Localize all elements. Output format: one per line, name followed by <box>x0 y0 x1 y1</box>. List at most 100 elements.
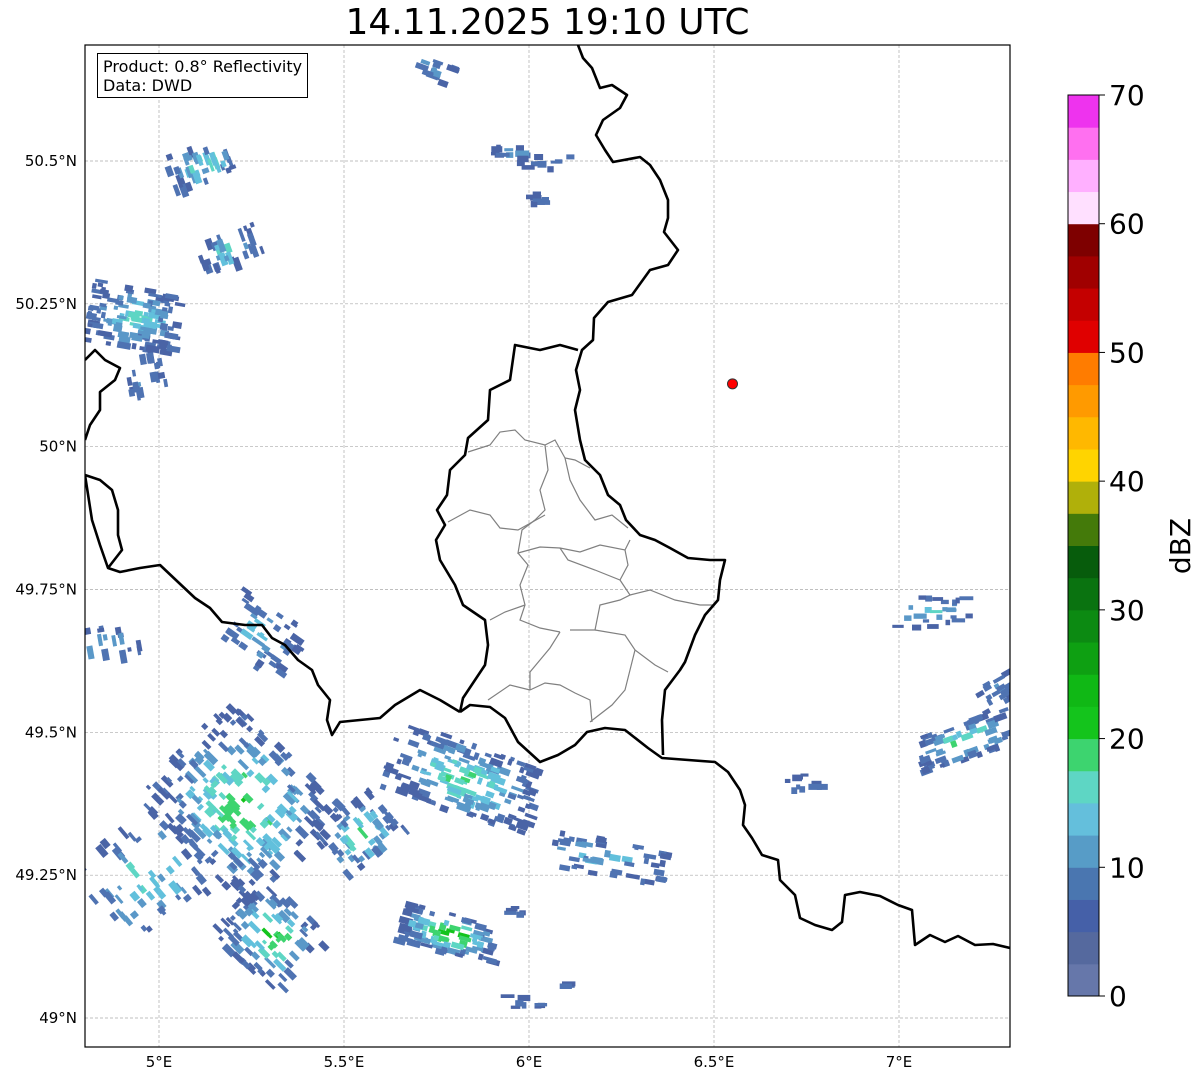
echo-cell <box>259 245 265 255</box>
colorbar-segment <box>1068 545 1099 579</box>
colorbar-segment <box>1068 513 1099 546</box>
echo-cell <box>495 152 510 157</box>
colorbar-tick-label: 60 <box>1109 208 1145 241</box>
echo-cell <box>176 775 184 783</box>
echo-cell <box>892 624 904 628</box>
echo-cell <box>113 305 119 311</box>
echo-cell <box>261 784 271 794</box>
y-tick-label: 50.25°N <box>15 295 77 313</box>
echo-cell <box>363 788 375 801</box>
echo-cell <box>379 783 387 791</box>
echo-cell <box>547 166 554 173</box>
echo-cell <box>107 321 113 327</box>
colorbar-segment <box>1068 577 1099 611</box>
echo-cell <box>91 282 97 289</box>
echo-cell <box>102 634 108 641</box>
echo-cell <box>160 775 174 788</box>
echo-cell <box>221 764 228 771</box>
colorbar-segment <box>1068 416 1099 450</box>
echo-cell <box>534 1003 548 1007</box>
echo-cell <box>138 353 147 366</box>
gridlines <box>85 45 1010 1047</box>
echo-cell <box>998 706 1009 714</box>
echo-cell <box>202 777 209 784</box>
y-tick-label: 49.5°N <box>25 723 77 741</box>
echo-cell <box>192 884 203 896</box>
echo-cell <box>559 983 572 989</box>
echo-cell <box>105 341 112 347</box>
echo-cell <box>210 849 219 858</box>
echo-cell <box>393 737 400 743</box>
echo-cell <box>256 802 265 811</box>
x-tick-label: 5.5°E <box>324 1053 365 1071</box>
colorbar-segment <box>1068 320 1099 353</box>
echo-cell <box>70 638 77 644</box>
radar-map: 5°E 5.5°E 6°E 6.5°E 7°E 50.5°N 50.25°N 50°N 49.… <box>15 44 1197 1071</box>
y-tick-label: 49.75°N <box>15 581 77 599</box>
echo-cell <box>283 623 291 631</box>
echo-cell <box>127 647 132 652</box>
echo-cell <box>625 872 641 880</box>
product-label: Product: 0.8° Reflectivity <box>103 57 303 76</box>
echo-cell <box>411 764 420 772</box>
echo-cell <box>91 294 102 300</box>
echo-cell <box>922 619 930 623</box>
echo-cell <box>60 660 67 671</box>
echo-cell <box>288 950 300 962</box>
echo-cell <box>643 857 650 865</box>
colorbar-segment <box>1068 835 1099 868</box>
echo-cell <box>334 832 342 840</box>
echo-cell <box>165 153 174 161</box>
echo-cell <box>955 597 960 604</box>
echo-cell <box>275 611 284 620</box>
colorbar-segment <box>1068 223 1099 257</box>
echo-cell <box>97 627 105 633</box>
echo-cell <box>510 785 525 793</box>
echo-cell <box>286 826 293 833</box>
echo-cell <box>206 838 213 845</box>
echo-cell <box>101 648 110 662</box>
echo-cell <box>272 624 282 633</box>
echo-cell <box>477 953 484 961</box>
echo-cell <box>510 906 520 910</box>
colorbar-segment <box>1068 95 1099 128</box>
echo-cell <box>218 935 225 942</box>
colorbar-segment <box>1068 191 1099 225</box>
echo-cell <box>639 878 646 886</box>
echo-cell <box>587 869 598 877</box>
echo-cell <box>86 645 95 660</box>
echo-cell <box>437 78 449 89</box>
echo-cell <box>117 826 130 840</box>
echo-cell <box>66 656 72 664</box>
echo-cell <box>942 607 948 612</box>
echo-cell <box>146 354 155 364</box>
echo-cell <box>959 596 974 601</box>
echo-cell <box>294 825 310 840</box>
product-info-box: Product: 0.8° Reflectivity Data: DWD <box>97 53 309 98</box>
echo-cell <box>908 605 914 610</box>
colorbar-segment <box>1068 963 1099 997</box>
echo-cell <box>945 619 951 626</box>
echo-cell <box>163 378 169 388</box>
colorbar-tick-label: 0 <box>1109 980 1127 1013</box>
echo-cell <box>158 341 168 350</box>
echo-cell <box>460 925 473 932</box>
echo-cell <box>975 689 985 699</box>
echo-cell <box>474 922 487 932</box>
echo-cell <box>278 972 288 983</box>
echo-cell <box>167 306 174 314</box>
echo-cell <box>550 160 561 164</box>
echo-cell <box>357 826 369 840</box>
x-tick-label: 5°E <box>146 1053 173 1071</box>
colorbar-segment <box>1068 609 1099 643</box>
echo-cell <box>650 862 660 869</box>
echo-cell <box>273 741 286 753</box>
echo-cell <box>217 842 231 856</box>
echo-cell <box>515 1000 524 1007</box>
echo-cell <box>507 758 514 766</box>
data-source-label: Data: DWD <box>103 76 193 95</box>
echo-cell <box>293 849 307 863</box>
echo-cell <box>221 880 232 891</box>
echo-cell <box>212 923 224 935</box>
echo-cell <box>496 144 501 152</box>
